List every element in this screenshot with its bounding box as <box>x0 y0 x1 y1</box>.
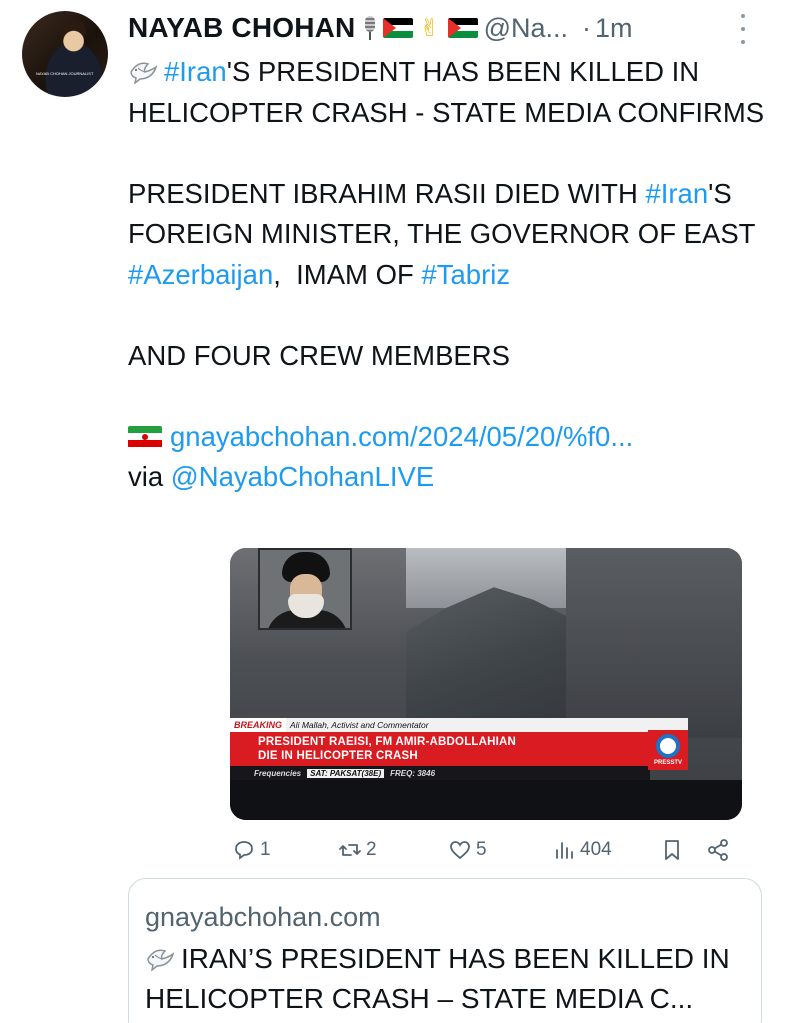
satellite-info: SAT: PAKSAT(38E) <box>307 768 385 778</box>
user-handle[interactable]: @Na... <box>484 13 568 44</box>
iran-flag-icon <box>128 425 162 448</box>
more-options-icon[interactable] <box>735 14 751 44</box>
view-count: 404 <box>580 839 612 860</box>
tweet-header: NAYAB CHOHAN ✌ @Na... · 1m <box>128 8 768 48</box>
para2-text-a: PRESIDENT IBRAHIM RASII DIED WITH <box>128 177 646 209</box>
via-line: via @NayabChohanLIVE <box>128 457 778 498</box>
card-title-text: IRAN’S PRESIDENT HAS BEEN KILLED IN HELI… <box>145 943 730 1014</box>
palestine-flag-icon <box>383 18 414 38</box>
link-preview-card[interactable]: gnayabchohan.com IRAN’S PRESIDENT HAS BE… <box>128 878 762 1023</box>
views-chart-icon <box>556 842 573 859</box>
news-headline-bar: PRESIDENT RAEISI, FM AMIR-ABDOLLAHIAN DI… <box>230 732 688 766</box>
avatar[interactable]: NAYAB CHOHAN JOURNALIST <box>22 11 108 97</box>
share-icon <box>708 839 728 861</box>
tweet-media-image[interactable]: BREAKING Ali Mallah, Activist and Commen… <box>230 548 742 820</box>
media-footer <box>230 780 742 820</box>
channel-label: PRESSTV <box>653 760 682 766</box>
display-name[interactable]: NAYAB CHOHAN <box>128 12 355 44</box>
guest-name: Ali Mallah, Activist and Commentator <box>290 720 429 730</box>
name-emojis: ✌ <box>363 14 478 43</box>
palestine-flag-icon <box>447 18 478 38</box>
hashtag-iran-2[interactable]: #Iran <box>645 178 708 209</box>
bookmark-button[interactable] <box>660 838 684 862</box>
timestamp[interactable]: 1m <box>595 13 633 44</box>
tweet-link-line: gnayabchohan.com/2024/05/20/%f0... <box>128 417 778 458</box>
presstv-logo-icon: PRESSTV <box>648 730 688 770</box>
breaking-bar: BREAKING Ali Mallah, Activist and Commen… <box>230 718 688 732</box>
avatar-caption: NAYAB CHOHAN JOURNALIST <box>36 71 94 76</box>
card-title: IRAN’S PRESIDENT HAS BEEN KILLED IN HELI… <box>145 939 761 1019</box>
headline-line-1: PRESIDENT RAEISI, FM AMIR-ABDOLLAHIAN <box>258 736 517 748</box>
tweet-text: #Iran'S PRESIDENT HAS BEEN KILLED IN HEL… <box>128 52 778 498</box>
card-domain: gnayabchohan.com <box>145 902 381 932</box>
reply-icon <box>235 841 253 860</box>
retweet-button[interactable]: 2 <box>338 838 377 862</box>
hashtag-tabriz[interactable]: #Tabriz <box>421 259 510 290</box>
breaking-label: BREAKING <box>230 718 287 732</box>
media-right-panel <box>566 548 742 738</box>
victory-hand-icon: ✌ <box>419 14 442 42</box>
microphone-icon <box>363 16 377 40</box>
dove-icon <box>145 942 175 972</box>
frequency-label: Frequencies <box>254 768 302 778</box>
views-button[interactable]: 404 <box>552 838 612 862</box>
dove-icon <box>128 55 158 85</box>
retweet-count: 2 <box>366 839 377 860</box>
share-button[interactable] <box>706 838 730 862</box>
headline-line-2: DIE IN HELICOPTER CRASH <box>258 750 418 762</box>
external-link[interactable]: gnayabchohan.com/2024/05/20/%f0... <box>170 421 633 452</box>
tweet-paragraph-3: AND FOUR CREW MEMBERS <box>128 339 510 371</box>
hashtag-azerbaijan[interactable]: #Azerbaijan <box>128 259 273 290</box>
frequency-value: FREQ: 3846 <box>390 768 436 778</box>
separator-dot: · <box>582 12 592 43</box>
para2-text-c: , IMAM OF <box>273 258 422 290</box>
president-portrait <box>258 548 352 630</box>
heart-icon <box>450 841 470 860</box>
reply-button[interactable]: 1 <box>232 838 271 862</box>
like-count: 5 <box>476 839 487 860</box>
via-label: via <box>128 461 171 492</box>
via-handle-link[interactable]: @NayabChohanLIVE <box>171 461 434 492</box>
like-button[interactable]: 5 <box>448 838 487 862</box>
tweet-paragraph-1: #Iran'S PRESIDENT HAS BEEN KILLED IN HEL… <box>128 52 778 133</box>
reply-count: 1 <box>260 839 271 860</box>
tweet-paragraph-2: PRESIDENT IBRAHIM RASII DIED WITH #Iran'… <box>128 174 778 296</box>
tweet-actions: 1 2 5 404 <box>232 832 742 868</box>
frequency-bar: Frequencies SAT: PAKSAT(38E) FREQ: 3846 <box>230 766 650 780</box>
retweet-icon <box>339 844 361 856</box>
hashtag-iran[interactable]: #Iran <box>164 56 227 87</box>
bookmark-icon <box>665 840 679 860</box>
